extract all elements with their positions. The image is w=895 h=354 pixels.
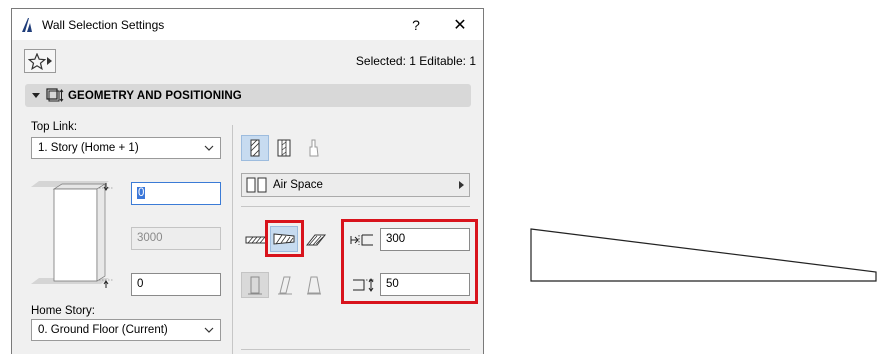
star-icon: [28, 52, 46, 70]
home-story-value: 0. Ground Floor (Current): [38, 324, 168, 336]
wall-height-diagram-icon: [31, 181, 113, 288]
wall-thickness-icon: [350, 234, 373, 246]
collapse-triangle-icon: [32, 92, 40, 98]
chevron-down-icon: [204, 327, 214, 333]
end-thickness-input[interactable]: 50: [380, 273, 470, 296]
vertical-wall-button[interactable]: [241, 272, 269, 298]
vertical-wall-icon: [248, 276, 262, 295]
geometry-icon: [46, 88, 64, 102]
trapezoid-wall-shape-icon: [530, 228, 877, 282]
close-button[interactable]: ✕: [447, 14, 473, 36]
wall-height-value: 3000: [137, 232, 163, 244]
slanted-wall-icon: [305, 234, 327, 246]
home-story-label: Home Story:: [31, 305, 95, 317]
favorites-button[interactable]: [24, 49, 56, 73]
slanted-wall-button[interactable]: [302, 227, 330, 253]
selection-info: Selected: 1 Editable: 1: [355, 54, 476, 68]
geometry-section-header[interactable]: GEOMETRY AND POSITIONING: [25, 84, 471, 107]
top-link-value: 1. Story (Home + 1): [38, 142, 139, 154]
straight-wall-icon: [245, 236, 267, 244]
wall-selection-settings-dialog: Wall Selection Settings ? ✕ Selected: 1 …: [11, 8, 484, 354]
composite-value: Air Space: [273, 179, 323, 191]
archicad-logo-icon: [22, 18, 32, 32]
bottom-offset-input[interactable]: 0: [131, 273, 221, 296]
inclined-wall-icon: [278, 276, 292, 295]
title-bar: Wall Selection Settings ? ✕: [12, 9, 483, 40]
trapezoid-highlight: [265, 220, 304, 257]
composite-wall-icon: [277, 139, 291, 157]
complex-profile-icon: [309, 139, 319, 157]
double-slanted-wall-button[interactable]: [300, 272, 328, 298]
basic-structure-button[interactable]: [241, 135, 269, 161]
end-thickness-icon: [353, 278, 374, 292]
chevron-down-icon: [204, 145, 214, 151]
home-story-dropdown[interactable]: 0. Ground Floor (Current): [31, 319, 221, 341]
complex-profile-button[interactable]: [299, 135, 327, 161]
top-offset-value: 0: [137, 187, 146, 199]
double-slanted-wall-icon: [307, 276, 321, 295]
composite-dropdown[interactable]: Air Space: [241, 173, 470, 197]
dialog-title: Wall Selection Settings: [42, 18, 165, 32]
air-space-icon: [246, 177, 267, 193]
bottom-offset-value: 0: [137, 278, 144, 290]
section-label: GEOMETRY AND POSITIONING: [68, 89, 242, 102]
triangle-right-icon: [47, 57, 52, 65]
triangle-right-icon: [459, 181, 464, 189]
help-button[interactable]: ?: [403, 14, 429, 36]
divider: [241, 206, 470, 207]
wall-height-input: 3000: [131, 227, 221, 250]
top-link-label: Top Link:: [31, 121, 78, 133]
end-thickness-value: 50: [386, 278, 399, 290]
inclined-wall-button[interactable]: [271, 272, 299, 298]
top-offset-input[interactable]: 0: [131, 182, 221, 205]
wall-thickness-value: 300: [386, 233, 406, 245]
column-divider: [232, 125, 233, 354]
basic-wall-icon: [250, 139, 260, 157]
composite-structure-button[interactable]: [270, 135, 298, 161]
top-link-dropdown[interactable]: 1. Story (Home + 1): [31, 137, 221, 159]
divider: [241, 349, 470, 350]
wall-thickness-input[interactable]: 300: [380, 228, 470, 251]
